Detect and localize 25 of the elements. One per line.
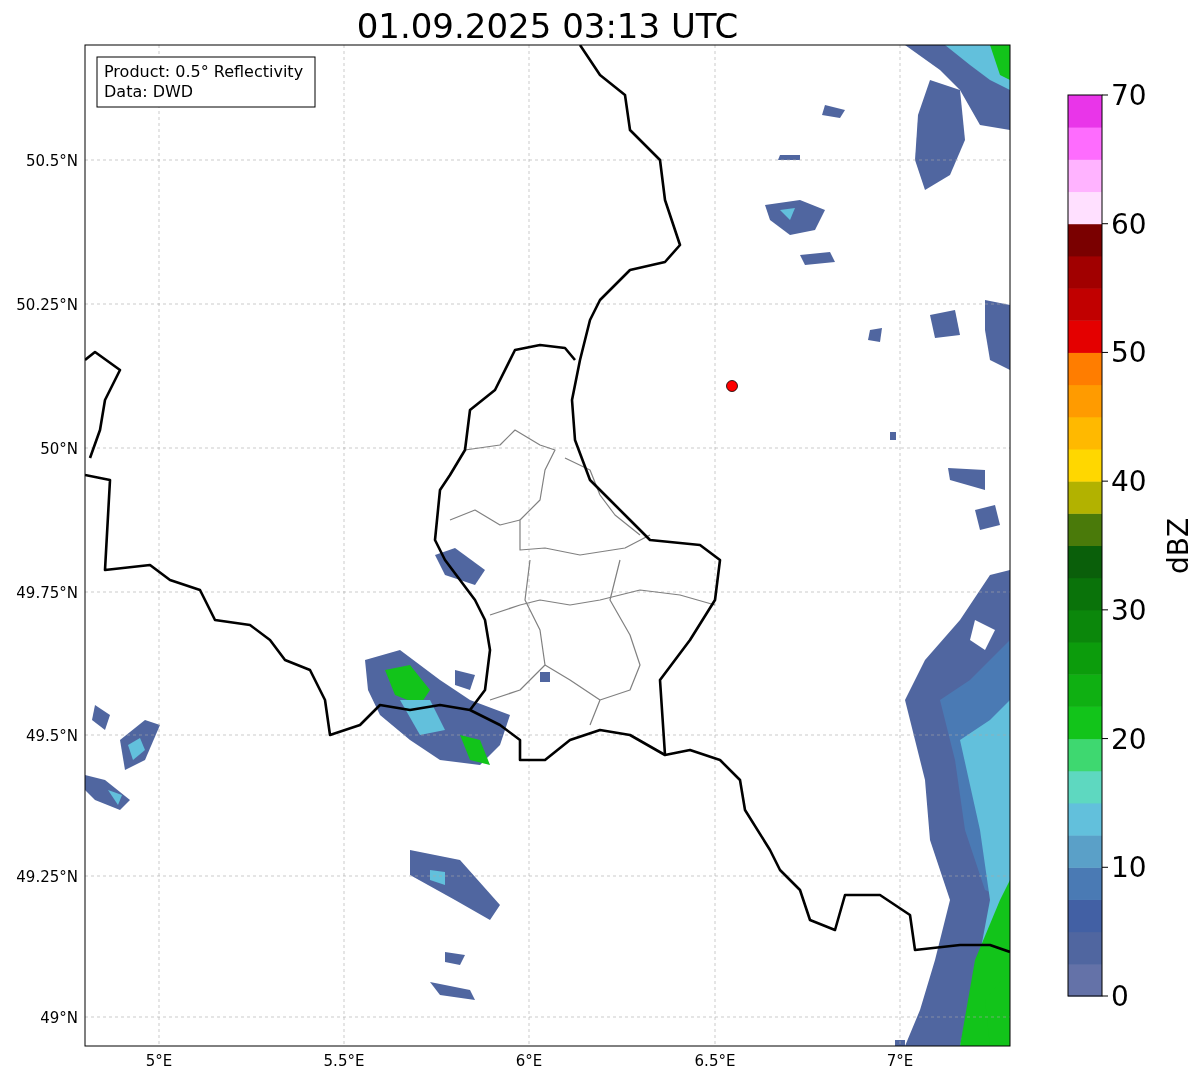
- colorbar-tick-label: 60: [1111, 207, 1147, 241]
- radar-site-marker: [726, 380, 738, 392]
- latitude-label: 49.25°N: [16, 868, 78, 886]
- colorbar-tick-label: 30: [1111, 593, 1147, 627]
- colorbar-tick-label: 20: [1111, 722, 1147, 756]
- colorbar-tick-label: 40: [1111, 465, 1147, 499]
- latitude-label: 50.25°N: [16, 296, 78, 314]
- latitude-label: 49.75°N: [16, 584, 78, 602]
- longitude-label: 6.5°E: [694, 1052, 736, 1070]
- legend-text: Product: 0.5° Reflectivity: [104, 62, 304, 81]
- colorbar-tick-label: 10: [1111, 851, 1147, 885]
- latitude-label: 49°N: [40, 1009, 78, 1027]
- longitude-label: 5.5°E: [323, 1052, 365, 1070]
- colorbar-tick-label: 70: [1111, 79, 1147, 112]
- legend-text: Data: DWD: [104, 82, 194, 101]
- longitude-label: 6°E: [515, 1052, 543, 1070]
- latitude-label: 49.5°N: [25, 727, 78, 745]
- chart-title: 01.09.2025 03:13 UTC: [356, 6, 739, 46]
- latitude-label: 50°N: [40, 440, 78, 458]
- longitude-label: 7°E: [886, 1052, 914, 1070]
- colorbar-tick-label: 0: [1111, 980, 1129, 1013]
- longitude-label: 5°E: [145, 1052, 173, 1070]
- colorbar-title: dBZ: [1162, 517, 1195, 575]
- latitude-label: 50.5°N: [25, 152, 78, 170]
- colorbar-tick-label: 50: [1111, 336, 1147, 370]
